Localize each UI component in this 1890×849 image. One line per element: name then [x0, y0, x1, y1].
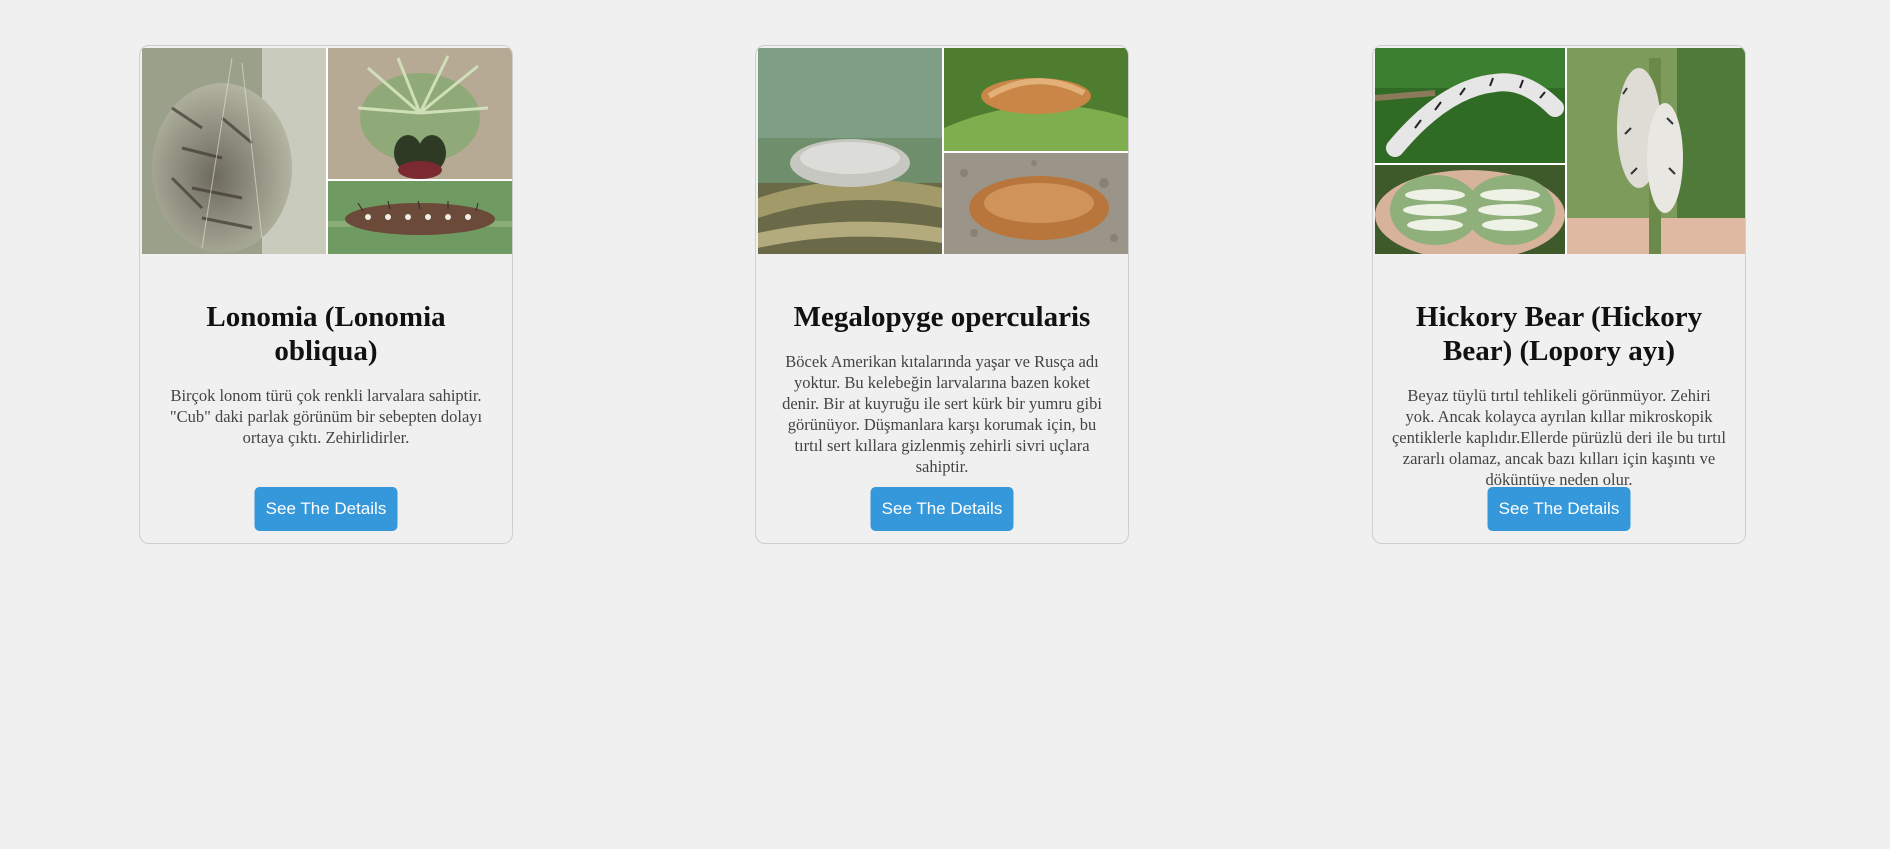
caterpillar-photo	[1375, 48, 1565, 163]
caterpillar-photo	[142, 48, 326, 254]
see-details-button[interactable]: See The Details	[1487, 487, 1631, 531]
card-description: Birçok lonom türü çok renkli larvalara s…	[169, 386, 483, 447]
card-description: Böcek Amerikan kıtalarında yaşar ve Rusç…	[782, 352, 1102, 476]
caterpillar-photo	[328, 181, 512, 254]
card-hickory-bear: Hickory Bear (Hickory Bear) (Lopory ayı)…	[1372, 45, 1746, 544]
caterpillar-photo	[1375, 165, 1565, 254]
see-details-button[interactable]: See The Details	[870, 487, 1014, 531]
caterpillar-photo	[944, 48, 1128, 151]
card-lonomia: Lonomia (Lonomia obliqua) Birçok lonom t…	[139, 45, 513, 544]
caterpillar-photo	[1567, 48, 1745, 254]
card-title: Megalopyge opercularis	[793, 301, 1091, 333]
caterpillar-photo	[328, 48, 512, 179]
card-title: Hickory Bear (Hickory Bear) (Lopory ayı)	[1415, 301, 1703, 367]
card-title: Lonomia (Lonomia obliqua)	[206, 301, 446, 367]
card-grid: Lonomia (Lonomia obliqua) Birçok lonom t…	[0, 0, 1890, 849]
see-details-button[interactable]: See The Details	[254, 487, 398, 531]
caterpillar-photo	[758, 48, 942, 254]
card-image-collage	[142, 48, 512, 254]
card-image-collage	[758, 48, 1128, 254]
caterpillar-photo	[944, 153, 1128, 254]
card-description: Beyaz tüylü tırtıl tehlikeli görünmüyor.…	[1391, 386, 1726, 489]
card-megalopyge: Megalopyge opercularis Böcek Amerikan kı…	[755, 45, 1129, 544]
card-image-collage	[1375, 48, 1745, 254]
